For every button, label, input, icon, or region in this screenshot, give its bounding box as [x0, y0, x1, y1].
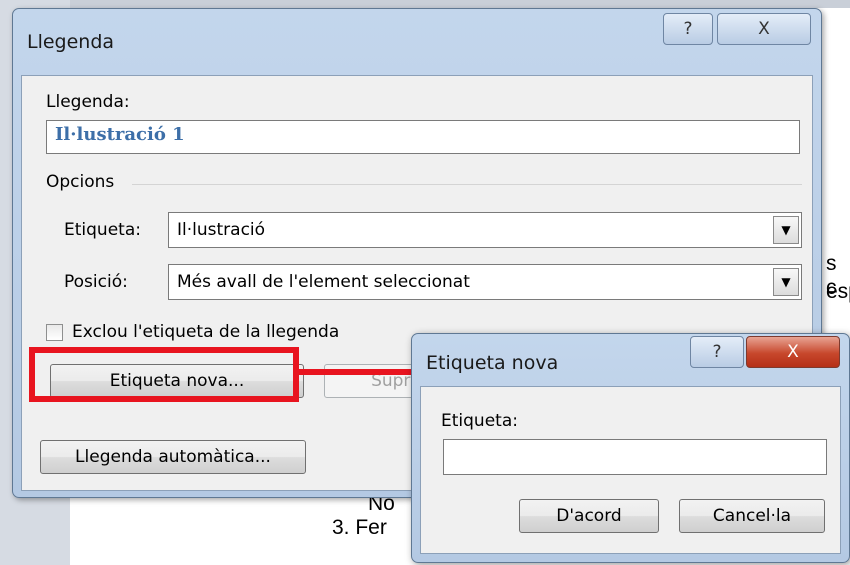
label-prompt: Etiqueta:	[441, 411, 518, 431]
close-icon: X	[787, 342, 799, 362]
chevron-down-icon[interactable]: ▼	[773, 216, 799, 244]
new-label-dialog: Etiqueta nova ? X Etiqueta: D'acord Canc…	[411, 333, 850, 563]
label-select[interactable]: Il·lustració ▼	[168, 212, 802, 248]
position-select[interactable]: Més avall de l'element seleccionat ▼	[168, 264, 802, 300]
label-select-value: Il·lustració	[177, 220, 266, 240]
exclude-label-text: Exclou l'etiqueta de la llegenda	[72, 322, 340, 342]
caption-label: Llegenda:	[46, 92, 130, 112]
options-group-label: Opcions	[46, 172, 115, 192]
dialog-title: Etiqueta nova	[426, 352, 559, 374]
chevron-down-icon[interactable]: ▼	[773, 268, 799, 296]
document-list-item: 3. Fer	[332, 516, 387, 539]
autocaption-button[interactable]: Llegenda automàtica...	[40, 440, 306, 474]
label-field-label: Etiqueta:	[64, 220, 141, 240]
document-ruler	[0, 0, 850, 8]
position-field-label: Posició:	[64, 272, 128, 292]
exclude-label-checkbox[interactable]	[46, 324, 63, 341]
cancel-button-text: Cancel·la	[712, 506, 792, 526]
ok-button-text: D'acord	[556, 506, 622, 526]
caption-input[interactable]: Il·lustració 1	[46, 120, 800, 154]
cancel-button[interactable]: Cancel·la	[679, 499, 825, 533]
group-divider	[132, 184, 802, 185]
dialog-body: Etiqueta: D'acord Cancel·la	[420, 386, 841, 554]
help-button[interactable]: ?	[663, 13, 713, 45]
highlight-box	[29, 347, 299, 402]
document-text-fragment: esp	[826, 280, 850, 303]
autocaption-button-text: Llegenda automàtica...	[75, 447, 271, 467]
close-icon: X	[758, 19, 770, 39]
dialog-title: Llegenda	[27, 31, 115, 53]
position-select-value: Més avall de l'element seleccionat	[177, 272, 470, 292]
help-icon: ?	[683, 19, 693, 39]
help-button[interactable]: ?	[690, 336, 744, 368]
close-button[interactable]: X	[717, 13, 811, 45]
help-icon: ?	[712, 342, 722, 362]
ok-button[interactable]: D'acord	[519, 499, 659, 533]
annotation-connector	[299, 369, 417, 375]
close-button[interactable]: X	[746, 336, 840, 368]
new-label-input[interactable]	[443, 439, 827, 475]
